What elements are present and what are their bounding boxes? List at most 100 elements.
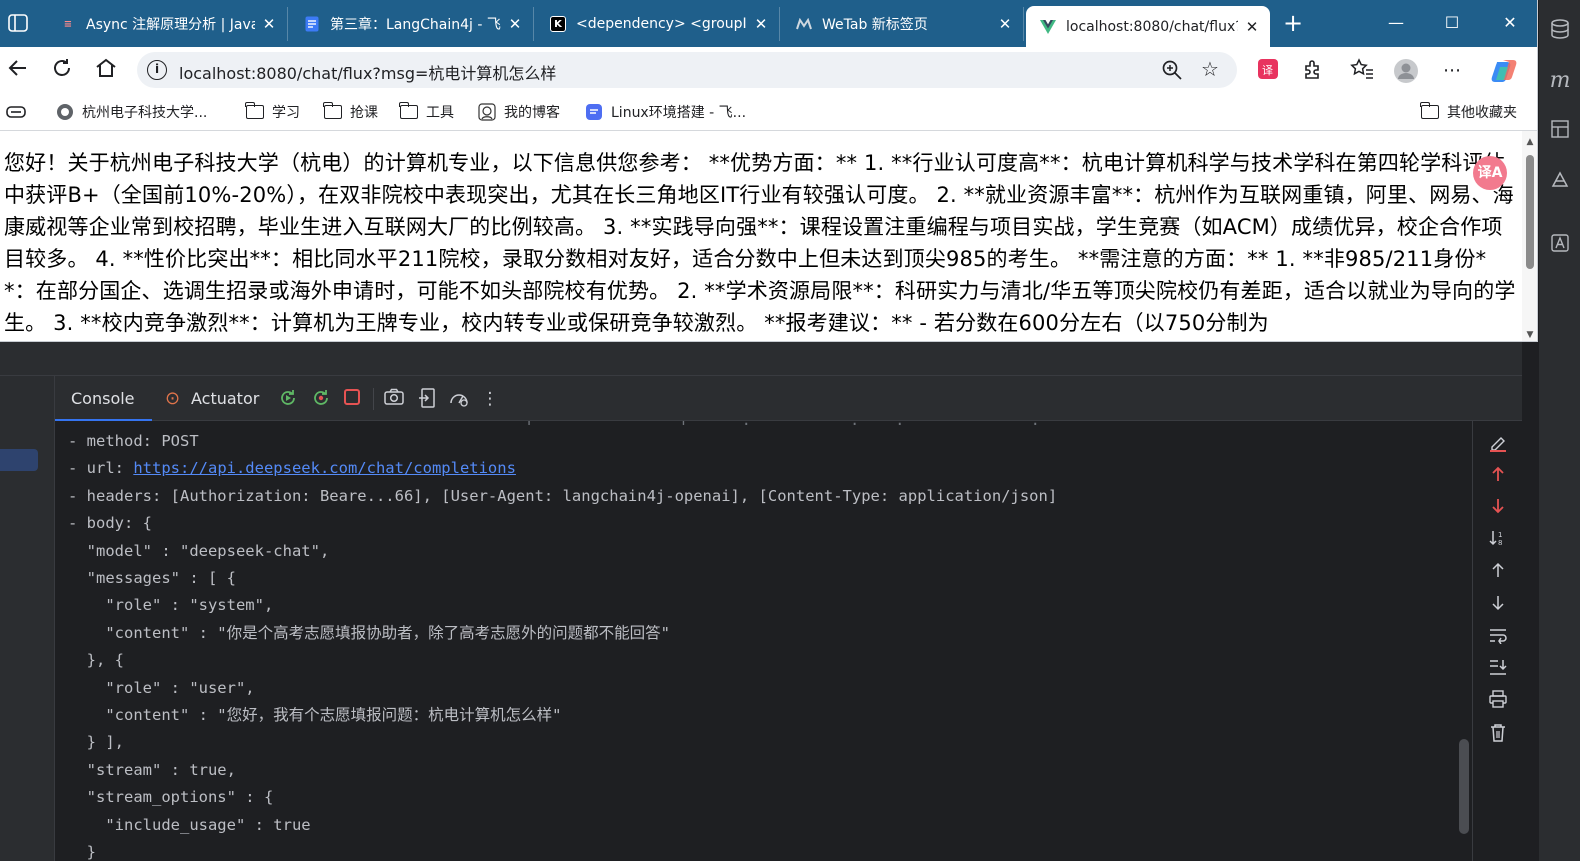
bookmark-label: Linux环境搭建 - 飞... [611,105,747,121]
tab-title: 第三章：LangChain4j - 飞 [330,17,501,33]
vue-favicon-icon [1040,19,1056,35]
api-url-link[interactable]: https://api.deepseek.com/chat/completion… [133,459,516,477]
text-format-icon[interactable] [1549,234,1571,256]
up-arrow-icon[interactable] [1487,561,1509,583]
prev-error-arrow-icon[interactable] [1487,465,1509,487]
copilot-icon[interactable] [1491,58,1517,84]
bookmark-hdu[interactable]: 杭州电子科技大学... [56,100,207,124]
back-arrow-icon [8,60,26,76]
tab-actuator[interactable]: ⊙ Actuator [165,376,275,421]
minimize-button[interactable]: — [1378,8,1414,38]
log-line-content-user: "content" : "您好，我有个志愿填报问题：杭电计算机怎么样" [68,706,562,725]
rerun-failed-icon[interactable] [310,388,332,410]
tab-actions-icon[interactable] [8,14,28,32]
blog-avatar-icon [478,103,496,121]
back-button[interactable] [4,56,32,84]
ai-assistant-icon[interactable] [1549,170,1571,192]
log-line-method: - method: POST [68,432,199,450]
bookmark-linux[interactable]: Linux环境搭建 - 飞... [585,100,746,124]
selected-run-entry[interactable] [0,449,38,471]
scrollbar-thumb[interactable] [1526,155,1534,269]
bookmark-blog[interactable]: 我的博客 [478,100,560,124]
other-bookmarks-folder[interactable]: 其他收藏夹 [1420,100,1517,124]
tab-console[interactable]: Console [55,376,152,421]
k-favicon-icon: K [550,16,566,32]
ide-panel-header [0,342,1522,376]
bookmark-label: 学习 [272,105,300,121]
bookmark-folder-course[interactable]: 抢课 [323,100,378,124]
camera-icon[interactable] [383,388,405,410]
log-line-headers: - headers: [Authorization: Beare...66], … [68,486,1058,505]
clear-highlight-icon[interactable] [1487,433,1509,455]
home-button[interactable] [92,56,120,84]
favorite-star-icon[interactable]: ☆ [1201,57,1225,81]
site-info-icon[interactable]: i [147,60,167,80]
reload-button[interactable] [48,56,76,84]
console-toolbar: Console ⊙ Actuator ⋮ [55,376,1522,421]
log-line-role-user: "role" : "user", [68,678,255,697]
next-error-arrow-icon[interactable] [1487,497,1509,519]
bookmark-folder-study[interactable]: 学习 [245,100,300,124]
close-icon[interactable]: ✕ [997,15,1013,33]
bookmarks-bar: 杭州电子科技大学... 学习 抢课 工具 我的博客 Linux环境搭建 - 飞.… [0,93,1537,131]
log-line-messages-end: } ], [68,733,124,752]
bookmark-label: 我的博客 [504,105,560,121]
address-bar[interactable]: i localhost:8080/chat/flux?msg=杭电计算机怎么样 … [137,52,1237,88]
profile-avatar-icon[interactable] [1393,58,1419,84]
wetab-favicon-icon [796,16,812,32]
maximize-button[interactable]: ☐ [1434,8,1470,38]
console-scrollbar-thumb[interactable] [1459,739,1469,834]
profiler-gauge-icon[interactable] [448,388,470,410]
response-text: 您好！关于杭州电子科技大学（杭电）的计算机专业，以下信息供您参考： **优势方面… [4,151,1516,335]
log-line-url-label: - url: [68,459,134,478]
close-icon[interactable]: ✕ [1244,18,1260,36]
favorites-icon[interactable] [1349,58,1375,84]
home-icon [96,58,116,77]
rerun-icon[interactable] [277,388,299,410]
sort-icon[interactable]: 18 [1487,529,1509,551]
print-icon[interactable] [1487,690,1509,712]
bookmarks-collapse-icon[interactable] [6,100,26,124]
navigation-bar: i localhost:8080/chat/flux?msg=杭电计算机怎么样 … [0,47,1537,93]
scroll-down-icon[interactable]: ▼ [1525,330,1535,340]
new-tab-button[interactable]: + [1280,10,1306,36]
url-text[interactable]: localhost:8080/chat/flux?msg=杭电计算机怎么样 [179,60,556,84]
toolbar-separator [373,388,374,410]
tab-langchain4j[interactable]: 第三章：LangChain4j - 飞 ✕ [290,7,534,41]
stop-icon[interactable] [341,388,363,410]
close-icon[interactable]: ✕ [753,15,769,33]
bookmark-folder-tools[interactable]: 工具 [399,100,454,124]
log-line-body: - body: { [68,514,152,533]
log-line-role-system: "role" : "system", [68,596,274,615]
close-icon[interactable]: ✕ [507,15,523,33]
trash-icon[interactable] [1487,723,1509,745]
tab-async[interactable]: ≡ Async 注解原理分析 | Java ✕ [46,7,288,41]
translate-float-button[interactable]: 译A [1473,156,1507,190]
log-line-close: } [68,843,96,861]
maven-icon[interactable]: m [1549,70,1571,92]
tab-wetab[interactable]: WeTab 新标签页 ✕ [782,7,1024,41]
log-line-model: "model" : "deepseek-chat", [68,541,330,560]
structure-icon[interactable] [1549,120,1571,142]
tab-strip: ≡ Async 注解原理分析 | Java ✕ 第三章：LangChain4j … [0,0,1537,47]
actuator-icon: ⊙ [165,388,181,409]
scroll-up-icon[interactable]: ▲ [1525,137,1535,147]
down-arrow-icon[interactable] [1487,594,1509,616]
page-scrollbar[interactable]: ▲ ▼ [1522,131,1537,341]
extensions-puzzle-icon[interactable] [1300,58,1326,84]
tab-dependency[interactable]: K <dependency> <groupId ✕ [536,7,780,41]
soft-wrap-icon[interactable] [1487,626,1509,648]
more-options-icon[interactable]: ⋮ [479,388,501,410]
exit-icon[interactable] [416,388,438,410]
console-output[interactable]: [ ] . . . . - method: POST - url: https:… [55,421,1472,861]
scroll-to-end-icon[interactable] [1487,658,1509,680]
more-menu-icon[interactable]: ⋯ [1439,58,1465,84]
bookmark-label: 杭州电子科技大学... [82,105,208,121]
zoom-icon[interactable] [1161,59,1183,81]
close-window-button[interactable]: ✕ [1492,8,1528,38]
tab-label: Actuator [191,389,260,408]
translate-extension-icon[interactable]: 译 [1255,58,1281,84]
close-icon[interactable]: ✕ [261,15,277,33]
database-icon[interactable] [1549,18,1571,40]
tab-localhost[interactable]: localhost:8080/chat/flux?r ✕ [1026,6,1270,47]
